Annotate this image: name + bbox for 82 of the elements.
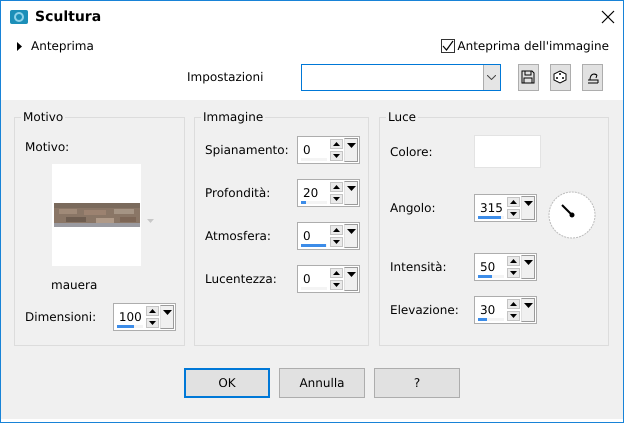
dropdown-button[interactable] [521,255,535,279]
randomize-button[interactable] [550,64,571,90]
number-field[interactable]: 100 [112,303,176,331]
dropdown-button[interactable] [521,298,535,322]
dropdown-button[interactable] [160,305,174,329]
caret-icon [487,74,496,80]
dropdown-button[interactable] [344,138,358,162]
up-arrow-icon [333,271,340,275]
group-title: Luce [386,110,418,124]
spin-down-button[interactable] [507,311,520,321]
reset-button[interactable] [582,64,603,90]
pattern-preview[interactable] [52,164,141,266]
spin-up-button[interactable] [146,306,159,316]
spin-up-button[interactable] [330,139,343,149]
dialog-button[interactable]: ? [374,368,460,398]
field-value: 0 [302,271,312,287]
dropdown-button[interactable] [521,196,535,220]
up-arrow-icon [510,200,517,204]
color-label: Colore: [390,144,434,158]
group-title: Motivo [21,110,66,124]
field-value: 315 [479,200,504,216]
save-button[interactable] [518,64,539,90]
spin-up-button[interactable] [330,182,343,192]
dialog-button[interactable]: OK [184,368,270,398]
number-field[interactable]: 30 [474,296,537,324]
up-arrow-icon [510,302,517,306]
app-icon [9,8,29,26]
up-arrow-icon [333,228,340,232]
dropdown-button[interactable] [344,267,358,291]
number-field[interactable]: 0 [297,136,360,164]
field-label: Spianamento: [205,143,290,157]
field-label: Atmosfera: [205,229,272,243]
presets-dropdown[interactable] [301,64,501,90]
field-value: 20 [302,185,320,201]
field-value: 50 [479,259,496,275]
number-field[interactable]: 0 [297,222,360,250]
field-label: Intensità: [390,260,448,274]
number-field[interactable]: 0 [297,265,360,293]
number-field[interactable]: 50 [474,253,537,281]
close-icon[interactable] [601,10,615,24]
field-value: 0 [302,142,312,158]
spin-up-button[interactable] [507,299,520,309]
pattern-label: Motivo: [25,140,70,154]
window-title: Scultura [35,9,102,25]
spin-up-button[interactable] [507,256,520,266]
field-label: Profondità: [205,186,272,200]
up-arrow-icon [333,142,340,146]
group-title: Immagine [201,110,266,124]
angle-dial[interactable] [548,191,596,239]
field-label: Angolo: [390,201,436,215]
presets-label: Impostazioni [187,70,264,84]
field-label: Lucentezza: [205,272,278,286]
spin-down-button[interactable] [330,151,343,161]
expand-arrow-icon[interactable] [17,42,23,50]
preview-toggle[interactable]: Anteprima [31,39,94,53]
checkbox[interactable] [441,39,456,53]
field-label: Dimensioni: [25,310,98,324]
checkbox-label: Anteprima dell'immagine [457,39,609,53]
dropdown-button[interactable] [344,181,358,205]
spin-down-button[interactable] [146,318,159,328]
up-arrow-icon [149,309,156,313]
color-swatch[interactable] [474,135,541,168]
spin-up-button[interactable] [330,225,343,235]
up-arrow-icon [510,259,517,263]
spin-up-button[interactable] [330,268,343,278]
pattern-name: mauera [51,278,98,292]
number-field[interactable]: 315 [474,194,537,222]
spin-up-button[interactable] [507,197,520,207]
dice-icon [553,70,568,84]
number-field[interactable]: 20 [297,179,360,207]
spin-down-button[interactable] [507,268,520,278]
up-arrow-icon [333,185,340,189]
spin-down-button[interactable] [330,280,343,290]
spin-down-button[interactable] [330,237,343,247]
field-value: 0 [302,228,312,244]
dropdown-button[interactable] [344,224,358,248]
field-value: 30 [479,302,496,318]
spin-down-button[interactable] [330,194,343,204]
dialog-button[interactable]: Annulla [279,368,365,398]
field-label: Elevazione: [390,303,460,317]
field-value: 100 [118,309,143,325]
spin-down-button[interactable] [507,209,520,219]
